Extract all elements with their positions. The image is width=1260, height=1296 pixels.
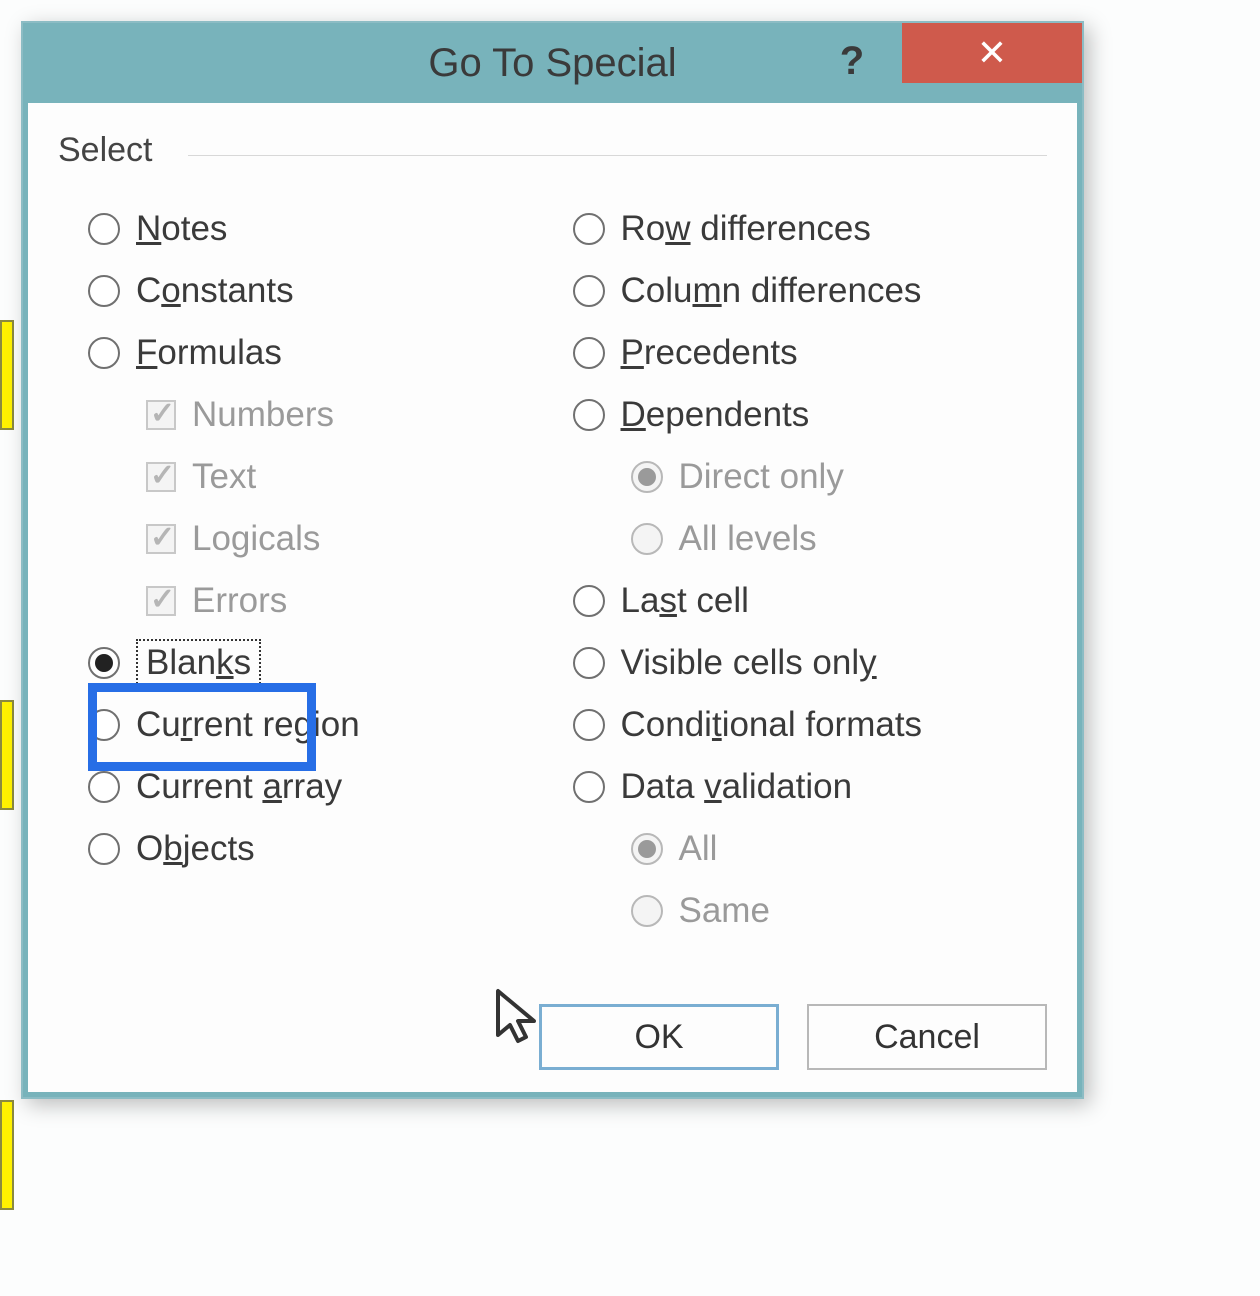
cursor-icon — [494, 987, 542, 1045]
radio-current-array[interactable] — [88, 771, 120, 803]
option-notes[interactable]: Notes — [88, 198, 563, 260]
checkbox-errors — [146, 586, 176, 616]
options-column-right: Row differences Column differences Precede… — [563, 198, 1048, 942]
option-label-data-validation: Data validation — [621, 767, 853, 807]
option-label-notes: Notes — [136, 209, 227, 249]
options-column-left: Notes Constants Formulas Numbers Text Logical… — [58, 198, 563, 942]
option-formulas[interactable]: Formulas — [88, 322, 563, 384]
option-label-current-region: Current region — [136, 705, 360, 745]
option-label-visible-cells: Visible cells only — [621, 643, 877, 683]
ok-button[interactable]: OK — [539, 1004, 779, 1070]
option-logicals: Logicals — [88, 508, 563, 570]
option-label-dependents: Dependents — [621, 395, 810, 435]
option-label-constants: Constants — [136, 271, 294, 311]
radio-all-levels — [631, 523, 663, 555]
radio-formulas[interactable] — [88, 337, 120, 369]
radio-data-validation[interactable] — [573, 771, 605, 803]
option-row-diff[interactable]: Row differences — [573, 198, 1048, 260]
option-label-last-cell: Last cell — [621, 581, 749, 621]
option-label-all-levels: All levels — [679, 519, 817, 559]
option-numbers: Numbers — [88, 384, 563, 446]
option-all-levels: All levels — [573, 508, 1048, 570]
option-label-cond-formats: Conditional formats — [621, 705, 923, 745]
option-label-col-diff: Column differences — [621, 271, 922, 311]
radio-direct-only — [631, 461, 663, 493]
divider — [188, 155, 1047, 156]
option-label-same: Same — [679, 891, 770, 931]
option-all: All — [573, 818, 1048, 880]
option-label-objects: Objects — [136, 829, 255, 869]
option-label-blanks: Blanks — [136, 639, 261, 687]
help-button[interactable]: ? — [822, 31, 882, 91]
radio-cond-formats[interactable] — [573, 709, 605, 741]
option-blanks[interactable]: Blanks — [88, 632, 563, 694]
go-to-special-dialog: Go To Special ? ✕ Select Notes Constants F… — [21, 21, 1084, 1099]
ok-button-label: OK — [634, 1018, 683, 1057]
option-label-logicals: Logicals — [192, 519, 320, 559]
option-constants[interactable]: Constants — [88, 260, 563, 322]
checkbox-text — [146, 462, 176, 492]
radio-dependents[interactable] — [573, 399, 605, 431]
option-label-text: Text — [192, 457, 256, 497]
checkbox-numbers — [146, 400, 176, 430]
option-label-numbers: Numbers — [192, 395, 334, 435]
option-direct-only: Direct only — [573, 446, 1048, 508]
close-button[interactable]: ✕ — [902, 23, 1082, 83]
option-data-validation[interactable]: Data validation — [573, 756, 1048, 818]
option-dependents[interactable]: Dependents — [573, 384, 1048, 446]
radio-constants[interactable] — [88, 275, 120, 307]
option-last-cell[interactable]: Last cell — [573, 570, 1048, 632]
radio-all — [631, 833, 663, 865]
option-label-row-diff: Row differences — [621, 209, 871, 249]
cancel-button-label: Cancel — [874, 1018, 980, 1057]
group-label: Select — [58, 131, 161, 170]
radio-row-diff[interactable] — [573, 213, 605, 245]
radio-blanks[interactable] — [88, 647, 120, 679]
checkbox-logicals — [146, 524, 176, 554]
radio-last-cell[interactable] — [573, 585, 605, 617]
option-text: Text — [88, 446, 563, 508]
option-label-precedents: Precedents — [621, 333, 798, 373]
option-current-region[interactable]: Current region — [88, 694, 563, 756]
option-visible-cells[interactable]: Visible cells only — [573, 632, 1048, 694]
option-label-direct-only: Direct only — [679, 457, 844, 497]
option-col-diff[interactable]: Column differences — [573, 260, 1048, 322]
option-errors: Errors — [88, 570, 563, 632]
radio-objects[interactable] — [88, 833, 120, 865]
option-label-formulas: Formulas — [136, 333, 282, 373]
option-current-array[interactable]: Current array — [88, 756, 563, 818]
titlebar: Go To Special ? ✕ — [23, 23, 1082, 103]
radio-current-region[interactable] — [88, 709, 120, 741]
option-same: Same — [573, 880, 1048, 942]
cancel-button[interactable]: Cancel — [807, 1004, 1047, 1070]
dialog-title: Go To Special — [428, 41, 676, 86]
radio-same — [631, 895, 663, 927]
option-label-current-array: Current array — [136, 767, 342, 807]
option-objects[interactable]: Objects — [88, 818, 563, 880]
dialog-body: Select Notes Constants Formulas Numbers Text… — [23, 103, 1082, 1097]
radio-precedents[interactable] — [573, 337, 605, 369]
option-label-errors: Errors — [192, 581, 287, 621]
option-cond-formats[interactable]: Conditional formats — [573, 694, 1048, 756]
close-icon: ✕ — [977, 32, 1007, 74]
help-icon: ? — [840, 39, 864, 84]
option-label-all: All — [679, 829, 718, 869]
radio-visible-cells[interactable] — [573, 647, 605, 679]
radio-col-diff[interactable] — [573, 275, 605, 307]
option-precedents[interactable]: Precedents — [573, 322, 1048, 384]
radio-notes[interactable] — [88, 213, 120, 245]
